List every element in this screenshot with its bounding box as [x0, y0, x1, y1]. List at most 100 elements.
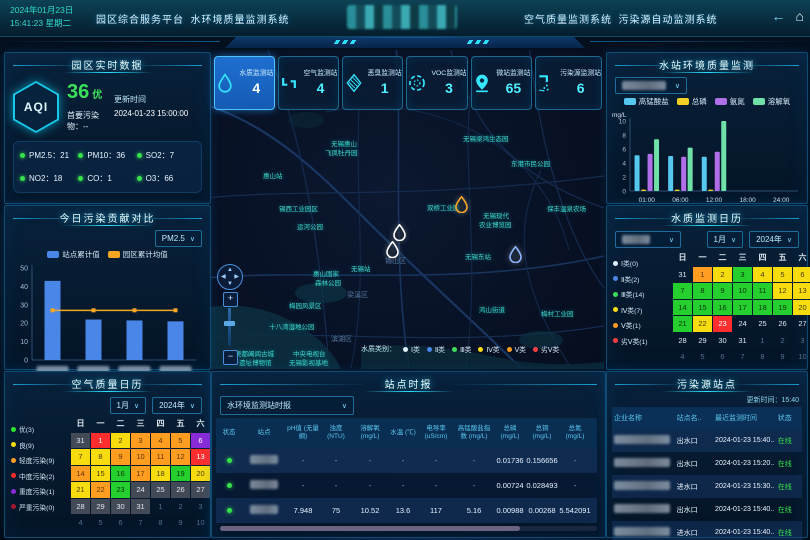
calendar-day[interactable]: 5	[171, 433, 190, 449]
calendar-day[interactable]: 31	[733, 333, 752, 349]
calendar-day[interactable]: 27	[191, 482, 210, 498]
calendar-day[interactable]: 18	[151, 466, 170, 482]
calendar-day[interactable]: 13	[793, 283, 810, 299]
calendar-day[interactable]: 29	[693, 333, 712, 349]
calendar-day[interactable]: 25	[753, 316, 772, 332]
zoom-in-button[interactable]: +	[223, 292, 238, 307]
year-select[interactable]: 2024年∨	[749, 231, 799, 248]
map-pan-control[interactable]: ▲ ▼ ◀ ▶	[217, 264, 243, 290]
calendar-day[interactable]: 16	[713, 300, 732, 316]
calendar-day[interactable]: 2	[111, 433, 130, 449]
calendar-day[interactable]: 1	[753, 333, 772, 349]
calendar-day[interactable]: 9	[713, 283, 732, 299]
calendar-day[interactable]: 11	[151, 449, 170, 465]
calendar-day[interactable]: 8	[91, 449, 110, 465]
nav-item-3[interactable]: 空气质量监测系统	[524, 11, 612, 26]
calendar-day[interactable]: 31	[673, 267, 692, 283]
calendar-day[interactable]: 23	[111, 482, 130, 498]
calendar-day[interactable]: 16	[111, 466, 130, 482]
calendar-day[interactable]: 21	[71, 482, 90, 498]
calendar-day[interactable]: 14	[71, 466, 90, 482]
calendar-day[interactable]: 5	[91, 515, 110, 531]
calendar-day[interactable]: 11	[753, 283, 772, 299]
calendar-day[interactable]: 8	[753, 349, 772, 365]
calendar-day[interactable]: 1	[693, 267, 712, 283]
calendar-day[interactable]: 9	[773, 349, 792, 365]
calendar-day[interactable]: 18	[753, 300, 772, 316]
calendar-day[interactable]: 31	[71, 433, 90, 449]
calendar-day[interactable]: 1	[91, 433, 110, 449]
table-row[interactable]: 进水口2024-01-23 15:30..在线	[612, 475, 802, 498]
calendar-day[interactable]: 19	[773, 300, 792, 316]
back-arrow-icon[interactable]: ←	[772, 8, 786, 24]
calendar-day[interactable]: 19	[171, 466, 190, 482]
calendar-day[interactable]: 2	[773, 333, 792, 349]
calendar-day[interactable]: 5	[773, 267, 792, 283]
station-button-odor[interactable]: 恶臭监测站1	[342, 56, 403, 110]
pan-right-icon[interactable]: ▶	[234, 274, 239, 280]
calendar-day[interactable]: 28	[673, 333, 692, 349]
calendar-day[interactable]: 7	[733, 349, 752, 365]
home-icon[interactable]: ⌂	[796, 8, 804, 24]
calendar-day[interactable]: 22	[693, 316, 712, 332]
year-select[interactable]: 2024年∨	[152, 397, 202, 414]
calendar-day[interactable]: 5	[693, 349, 712, 365]
calendar-day[interactable]: 28	[71, 499, 90, 515]
hscrollbar-thumb[interactable]	[220, 526, 520, 531]
calendar-day[interactable]: 10	[131, 449, 150, 465]
calendar-day[interactable]: 10	[733, 283, 752, 299]
report-type-select[interactable]: 水环境监测站时报∨	[220, 396, 354, 415]
pan-up-icon[interactable]: ▲	[227, 267, 233, 273]
calendar-day[interactable]: 30	[111, 499, 130, 515]
table-row[interactable]: 进水口2024-01-23 15:40..在线	[612, 521, 802, 540]
station-button-pin[interactable]: 微站监测站65	[471, 56, 532, 110]
month-select[interactable]: 1月∨	[707, 231, 744, 248]
station-button-outfall[interactable]: 污染源监测站6	[535, 56, 602, 110]
calendar-day[interactable]: 24	[733, 316, 752, 332]
calendar-day[interactable]: 26	[171, 482, 190, 498]
calendar-day[interactable]: 30	[713, 333, 732, 349]
zoom-slider-handle[interactable]	[224, 321, 235, 326]
calendar-day[interactable]: 2	[171, 499, 190, 515]
station-marker-icon[interactable]	[509, 246, 522, 268]
table-row[interactable]: ------0.007240.028493--	[216, 473, 597, 498]
calendar-day[interactable]: 6	[793, 267, 810, 283]
calendar-day[interactable]: 8	[693, 283, 712, 299]
calendar-day[interactable]: 6	[111, 515, 130, 531]
calendar-day[interactable]: 17	[131, 466, 150, 482]
calendar-day[interactable]: 17	[733, 300, 752, 316]
calendar-day[interactable]: 4	[753, 267, 772, 283]
calendar-day[interactable]: 21	[673, 316, 692, 332]
calendar-day[interactable]: 12	[773, 283, 792, 299]
station-button-air[interactable]: 空气监测站4	[278, 56, 339, 110]
table-row[interactable]: 出水口2024-01-23 15:40..在线	[612, 429, 802, 452]
pollutant-select[interactable]: PM2.5∨	[155, 230, 202, 247]
table-row[interactable]: ------0.017360.156656--	[216, 448, 597, 473]
station-button-voc[interactable]: VOC监测站3	[406, 56, 467, 110]
calendar-day[interactable]: 7	[71, 449, 90, 465]
calendar-day[interactable]: 3	[793, 333, 810, 349]
station-button-water-drop[interactable]: 水质监测站4	[214, 56, 275, 110]
month-select[interactable]: 1月∨	[110, 397, 147, 414]
calendar-day[interactable]: 3	[733, 267, 752, 283]
calendar-day[interactable]: 3	[191, 499, 210, 515]
calendar-day[interactable]: 15	[693, 300, 712, 316]
nav-item-2[interactable]: 水环境质量监测系统	[191, 11, 290, 26]
calendar-day[interactable]: 29	[91, 499, 110, 515]
calendar-day[interactable]: 8	[151, 515, 170, 531]
calendar-day[interactable]: 23	[713, 316, 732, 332]
nav-item-4[interactable]: 污染源自动监测系统	[619, 11, 718, 26]
calendar-day[interactable]: 3	[131, 433, 150, 449]
calendar-day[interactable]: 4	[71, 515, 90, 531]
calendar-day[interactable]: 9	[111, 449, 130, 465]
pan-left-icon[interactable]: ◀	[221, 274, 226, 280]
calendar-day[interactable]: 1	[151, 499, 170, 515]
calendar-day[interactable]: 15	[91, 466, 110, 482]
station-select-censored[interactable]: ∨	[615, 231, 681, 248]
calendar-day[interactable]: 2	[713, 267, 732, 283]
calendar-day[interactable]: 13	[191, 449, 210, 465]
calendar-day[interactable]: 14	[673, 300, 692, 316]
calendar-day[interactable]: 20	[793, 300, 810, 316]
table-row[interactable]: 7.9487510.5213.61175.160.009880.002685.5…	[216, 498, 597, 523]
calendar-day[interactable]: 6	[713, 349, 732, 365]
